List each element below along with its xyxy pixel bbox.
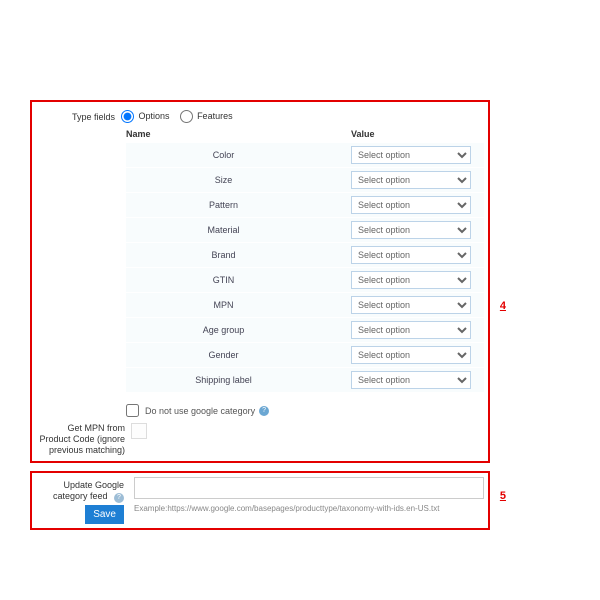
attribute-value-select[interactable]: Select option	[351, 246, 471, 264]
attribute-value-cell: Select option	[351, 171, 481, 189]
type-fields-row: Type fields Options Features	[36, 110, 484, 123]
attribute-name: Shipping label	[126, 375, 351, 385]
update-category-label: Update Google category feed ? Save	[36, 477, 130, 524]
attribute-value-cell: Select option	[351, 296, 481, 314]
radio-features-wrap[interactable]: Features	[180, 110, 233, 123]
table-row: BrandSelect option	[126, 243, 484, 267]
attribute-value-select[interactable]: Select option	[351, 321, 471, 339]
attribute-value-select[interactable]: Select option	[351, 171, 471, 189]
radio-options[interactable]	[121, 110, 134, 123]
table-row: ColorSelect option	[126, 143, 484, 167]
save-button[interactable]: Save	[85, 505, 124, 524]
table-row: Shipping labelSelect option	[126, 368, 484, 392]
attribute-value-cell: Select option	[351, 321, 481, 339]
attribute-value-cell: Select option	[351, 246, 481, 264]
example-text: Example:https://www.google.com/basepages…	[134, 504, 484, 513]
get-mpn-label: Get MPN from Product Code (ignore previo…	[36, 423, 131, 455]
attributes-table: Name Value ColorSelect optionSizeSelect …	[126, 129, 484, 392]
attribute-value-select[interactable]: Select option	[351, 296, 471, 314]
attribute-name: Age group	[126, 325, 351, 335]
category-feed-input[interactable]	[134, 477, 484, 499]
attribute-value-select[interactable]: Select option	[351, 346, 471, 364]
attribute-name: Brand	[126, 250, 351, 260]
do-not-use-google-row: Do not use google category ?	[126, 404, 484, 417]
attribute-name: MPN	[126, 300, 351, 310]
radio-options-wrap[interactable]: Options	[121, 110, 170, 123]
table-row: GenderSelect option	[126, 343, 484, 367]
th-value: Value	[351, 129, 481, 139]
info-icon[interactable]: ?	[114, 493, 124, 503]
table-row: Age groupSelect option	[126, 318, 484, 342]
radio-features-label: Features	[197, 111, 233, 121]
radio-options-label: Options	[139, 111, 170, 121]
attribute-name: Gender	[126, 350, 351, 360]
attribute-value-select[interactable]: Select option	[351, 371, 471, 389]
attribute-name: Size	[126, 175, 351, 185]
attribute-value-select[interactable]: Select option	[351, 196, 471, 214]
table-row: PatternSelect option	[126, 193, 484, 217]
type-fields-label: Type fields	[36, 112, 121, 122]
do-not-use-google-label: Do not use google category	[145, 406, 255, 416]
section-5: 5 Update Google category feed ? Save Exa…	[30, 471, 490, 530]
attribute-value-cell: Select option	[351, 146, 481, 164]
get-mpn-row: Get MPN from Product Code (ignore previo…	[36, 423, 484, 455]
table-row: SizeSelect option	[126, 168, 484, 192]
attribute-value-cell: Select option	[351, 221, 481, 239]
attribute-value-cell: Select option	[351, 196, 481, 214]
attribute-value-select[interactable]: Select option	[351, 271, 471, 289]
table-header: Name Value	[126, 129, 484, 139]
attribute-value-select[interactable]: Select option	[351, 221, 471, 239]
table-row: MPNSelect option	[126, 293, 484, 317]
radio-features[interactable]	[180, 110, 193, 123]
annotation-4: 4	[500, 300, 506, 312]
do-not-use-google-checkbox[interactable]	[126, 404, 139, 417]
annotation-5: 5	[500, 490, 506, 502]
get-mpn-checkbox[interactable]	[131, 423, 147, 439]
th-name: Name	[126, 129, 351, 139]
attribute-name: Pattern	[126, 200, 351, 210]
attribute-name: Color	[126, 150, 351, 160]
attribute-value-select[interactable]: Select option	[351, 146, 471, 164]
attribute-name: Material	[126, 225, 351, 235]
table-row: MaterialSelect option	[126, 218, 484, 242]
attribute-name: GTIN	[126, 275, 351, 285]
section-4: 4 Type fields Options Features Name Valu…	[30, 100, 490, 463]
info-icon[interactable]: ?	[259, 406, 269, 416]
attribute-value-cell: Select option	[351, 346, 481, 364]
attribute-value-cell: Select option	[351, 271, 481, 289]
update-category-row: Update Google category feed ? Save Examp…	[34, 475, 486, 526]
attribute-value-cell: Select option	[351, 371, 481, 389]
table-row: GTINSelect option	[126, 268, 484, 292]
